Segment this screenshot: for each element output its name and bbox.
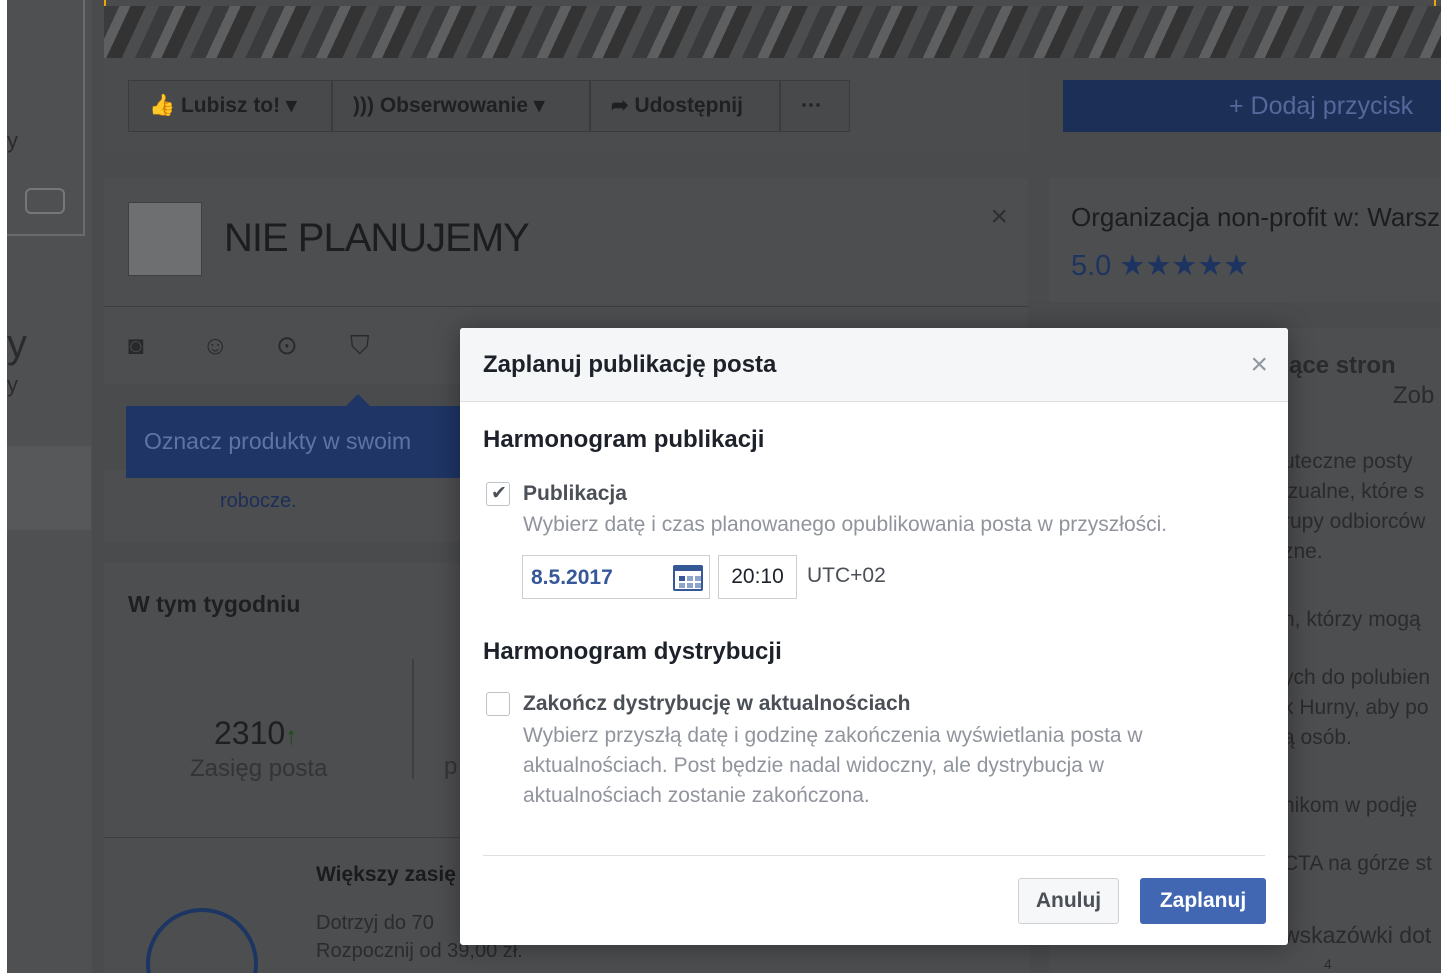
end-distribution-description: Wybierz przyszłą datę i godzinę zakończe… [523, 724, 1143, 807]
see-all-link[interactable]: Zob [1393, 382, 1434, 410]
schedule-post-dialog: Zaplanuj publikację posta × Harmonogram … [460, 328, 1288, 945]
add-button-cta[interactable]: + Dodaj przycisk [1063, 80, 1441, 132]
product-tag-tooltip: Oznacz produkty w swoim [126, 394, 466, 478]
divider [412, 659, 414, 779]
close-icon[interactable]: × [990, 200, 1008, 234]
audience-icon [146, 908, 258, 973]
share-arrow-icon: ➦ [611, 94, 635, 117]
timezone-label: UTC+02 [807, 564, 886, 587]
stat-label-fragment: p [444, 753, 458, 780]
cancel-button[interactable]: Anuluj [1018, 878, 1119, 924]
schedule-button[interactable]: Zaplanuj [1140, 878, 1266, 924]
date-value: 8.5.2017 [531, 566, 613, 589]
like-label: Lubisz to! [180, 94, 281, 117]
share-label: Udostępnij [634, 94, 743, 117]
follow-button[interactable]: ))) Obserwowanie ▾ [332, 80, 590, 132]
divider [104, 306, 1028, 307]
tip-text: h, którzy mogą [1283, 608, 1421, 631]
sidebar-text-fragment: y [7, 372, 18, 397]
sidebar-text-fragment: y [7, 322, 27, 366]
publication-checkbox[interactable] [486, 482, 510, 506]
end-distribution-checkbox[interactable] [486, 692, 510, 716]
dialog-header: Zaplanuj publikację posta × [460, 328, 1288, 402]
rating-value: 5.0 [1071, 250, 1112, 282]
left-sidebar: y y y [0, 0, 92, 973]
tip-text: ą osób. [1283, 726, 1352, 749]
publication-description: Wybierz datę i czas planowanego opubliko… [523, 513, 1168, 536]
camera-icon [25, 188, 65, 214]
publication-label[interactable]: Publikacja [523, 482, 627, 506]
page-logo [128, 202, 202, 276]
footer-divider [483, 855, 1265, 856]
follow-label: Obserwowanie [379, 94, 529, 117]
tip-text: nikom w podję [1283, 794, 1418, 817]
composer-text[interactable]: NIE PLANUJEMY [224, 216, 530, 261]
rating: 5.0 ★★★★★ [1071, 248, 1249, 283]
organization-category: Organizacja non-profit w: Warsz [1071, 202, 1440, 232]
promo-heading: Większy zasię [316, 863, 456, 886]
sidebar-text-fragment: y [7, 128, 18, 153]
location-pin-icon[interactable]: ⊙ [276, 330, 298, 361]
date-picker-input[interactable]: 8.5.2017 [522, 555, 710, 599]
dialog-title: Zaplanuj publikację posta [483, 351, 777, 378]
page-indicator: 4 [1324, 956, 1332, 972]
emoji-icon[interactable]: ☺ [202, 330, 229, 361]
close-icon[interactable]: × [1250, 350, 1268, 380]
like-button[interactable]: 👍 Lubisz to! ▾ [128, 80, 332, 132]
rss-icon: ))) [353, 94, 380, 117]
tip-link[interactable]: wskazówki dot [1283, 922, 1431, 949]
time-input[interactable]: 20:10 [718, 555, 797, 599]
end-distribution-label[interactable]: Zakończ dystrybucję w aktualnościach [523, 692, 910, 716]
tip-text: k Hurny, aby po [1283, 696, 1429, 719]
share-button[interactable]: ➦ Udostępnij [590, 80, 780, 132]
reach-value: 2310↑ [214, 715, 297, 752]
week-heading: W tym tygodniu [128, 591, 301, 617]
cover-photo [104, 6, 1441, 58]
reach-number: 2310 [214, 715, 286, 751]
tip-text: zne. [1283, 540, 1323, 563]
tip-text: CTA na górze st [1283, 852, 1433, 875]
shopping-tag-icon[interactable]: ⛉ [350, 330, 370, 362]
tip-text: uteczne posty [1283, 450, 1413, 473]
arrow-up-icon: ↑ [285, 723, 298, 750]
calendar-icon[interactable] [673, 565, 703, 591]
tip-text: rupy odbiorców [1283, 510, 1426, 533]
page-info-card: Organizacja non-profit w: Warsz 5.0 ★★★★… [1049, 178, 1441, 302]
tip-text: ych do polubien [1283, 666, 1431, 689]
more-button[interactable]: ··· [780, 80, 850, 132]
tip-text: izualne, które s [1283, 480, 1425, 503]
publication-schedule-heading: Harmonogram publikacji [483, 426, 765, 453]
reach-label: Zasięg posta [190, 755, 328, 782]
distribution-schedule-heading: Harmonogram dystrybucji [483, 638, 782, 665]
tips-heading: zące stron [1277, 352, 1396, 379]
star-rating-icon: ★★★★★ [1119, 250, 1250, 282]
camera-icon[interactable]: ◙ [128, 330, 144, 361]
thumbs-up-icon: 👍 [149, 94, 181, 117]
draft-text: robocze. [220, 490, 297, 512]
sidebar-row [7, 446, 91, 530]
